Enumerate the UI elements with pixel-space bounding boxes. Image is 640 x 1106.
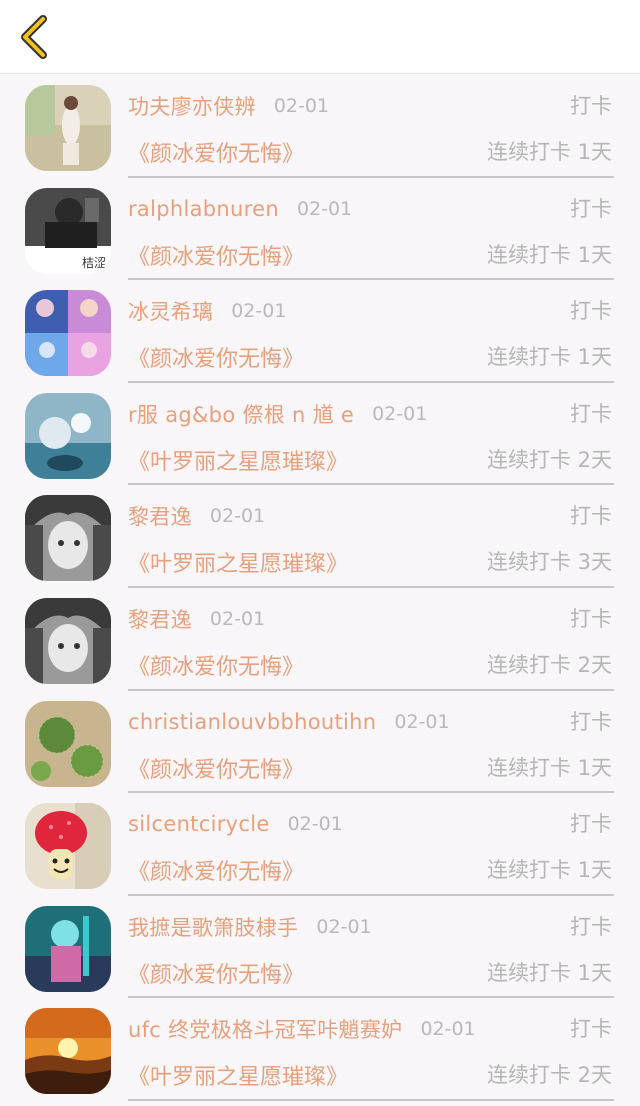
streak-text: 连续打卡 1天 bbox=[486, 858, 612, 883]
checkin-label: 打卡 bbox=[570, 401, 612, 426]
entry-info: ufc 终党极格斗冠军咔魈赛妒 02-01 打卡 《叶罗丽之星愿璀璨》 连续打卡… bbox=[128, 998, 614, 1101]
avatar-image bbox=[25, 290, 111, 377]
streak-text: 连续打卡 1天 bbox=[486, 345, 612, 370]
book-title[interactable]: 《颜冰爱你无悔》 bbox=[128, 854, 304, 886]
date: 02-01 bbox=[231, 300, 287, 323]
username[interactable]: r服 ag&bo 傺根 n 馗 e bbox=[128, 399, 354, 429]
entry-info: 冰灵希璃 02-01 打卡 《颜冰爱你无悔》 连续打卡 1天 bbox=[128, 280, 614, 383]
avatar[interactable] bbox=[25, 905, 111, 992]
nav-bar bbox=[0, 0, 640, 74]
avatar[interactable]: 桔涩 bbox=[25, 187, 111, 274]
date: 02-01 bbox=[372, 402, 428, 425]
avatar-image bbox=[25, 803, 111, 890]
username[interactable]: 功夫廖亦侠辨 bbox=[128, 91, 256, 121]
checkin-label: 打卡 bbox=[570, 504, 612, 529]
chevron-left-icon bbox=[21, 15, 47, 59]
list-item[interactable]: christianlouvbbhoutihn 02-01 打卡 《颜冰爱你无悔》… bbox=[0, 691, 640, 794]
list-item[interactable]: ufc 终党极格斗冠军咔魈赛妒 02-01 打卡 《叶罗丽之星愿璀璨》 连续打卡… bbox=[0, 998, 640, 1101]
checkin-label: 打卡 bbox=[570, 812, 612, 837]
date: 02-01 bbox=[420, 1018, 476, 1041]
streak-text: 连续打卡 1天 bbox=[486, 755, 612, 780]
streak-text: 连续打卡 3天 bbox=[486, 550, 612, 575]
streak-text: 连续打卡 2天 bbox=[486, 447, 612, 472]
username[interactable]: ralphlabnuren bbox=[128, 197, 279, 221]
username[interactable]: 黎君逸 bbox=[128, 604, 192, 634]
avatar-image bbox=[25, 495, 111, 582]
book-title[interactable]: 《颜冰爱你无悔》 bbox=[128, 957, 304, 989]
date: 02-01 bbox=[296, 197, 353, 220]
username[interactable]: christianlouvbbhoutihn bbox=[128, 710, 376, 734]
username[interactable]: silcentcirycle bbox=[128, 812, 270, 836]
book-title[interactable]: 《叶罗丽之星愿璀璨》 bbox=[128, 444, 348, 476]
checkin-list: 功夫廖亦侠辨 02-01 打卡 《颜冰爱你无悔》 连续打卡 1天 桔涩 ralp… bbox=[0, 75, 640, 1101]
checkin-label: 打卡 bbox=[570, 709, 612, 734]
entry-info: christianlouvbbhoutihn 02-01 打卡 《颜冰爱你无悔》… bbox=[128, 691, 614, 794]
list-item[interactable]: r服 ag&bo 傺根 n 馗 e 02-01 打卡 《叶罗丽之星愿璀璨》 连续… bbox=[0, 383, 640, 486]
date: 02-01 bbox=[316, 915, 372, 938]
avatar-image bbox=[25, 392, 111, 479]
entry-info: r服 ag&bo 傺根 n 馗 e 02-01 打卡 《叶罗丽之星愿璀璨》 连续… bbox=[128, 383, 614, 486]
streak-text: 连续打卡 1天 bbox=[486, 242, 612, 267]
checkin-label: 打卡 bbox=[570, 299, 612, 324]
avatar[interactable] bbox=[25, 700, 111, 787]
entry-info: ralphlabnuren 02-01 打卡 《颜冰爱你无悔》 连续打卡 1天 bbox=[128, 178, 614, 281]
streak-text: 连续打卡 1天 bbox=[486, 960, 612, 985]
book-title[interactable]: 《颜冰爱你无悔》 bbox=[128, 239, 304, 271]
avatar[interactable] bbox=[25, 290, 111, 377]
book-title[interactable]: 《颜冰爱你无悔》 bbox=[128, 136, 304, 168]
book-title[interactable]: 《颜冰爱你无悔》 bbox=[128, 752, 304, 784]
entry-info: 功夫廖亦侠辨 02-01 打卡 《颜冰爱你无悔》 连续打卡 1天 bbox=[128, 75, 614, 178]
list-item[interactable]: 冰灵希璃 02-01 打卡 《颜冰爱你无悔》 连续打卡 1天 bbox=[0, 280, 640, 383]
avatar[interactable] bbox=[25, 1008, 111, 1095]
avatar[interactable] bbox=[25, 392, 111, 479]
avatar[interactable] bbox=[25, 495, 111, 582]
streak-text: 连续打卡 1天 bbox=[486, 140, 612, 164]
username[interactable]: 冰灵希璃 bbox=[128, 296, 213, 326]
checkin-label: 打卡 bbox=[570, 914, 612, 939]
checkin-label: 打卡 bbox=[570, 606, 612, 631]
avatar-image bbox=[25, 1008, 111, 1095]
date: 02-01 bbox=[209, 607, 266, 630]
date: 02-01 bbox=[209, 505, 266, 528]
checkin-label: 打卡 bbox=[570, 94, 612, 118]
entry-info: 我摭是歌箫肢棣手 02-01 打卡 《颜冰爱你无悔》 连续打卡 1天 bbox=[128, 896, 614, 999]
streak-text: 连续打卡 2天 bbox=[486, 1063, 612, 1088]
list-item[interactable]: 黎君逸 02-01 打卡 《颜冰爱你无悔》 连续打卡 2天 bbox=[0, 588, 640, 691]
list-item[interactable]: 桔涩 ralphlabnuren 02-01 打卡 《颜冰爱你无悔》 连续打卡 … bbox=[0, 178, 640, 281]
book-title[interactable]: 《颜冰爱你无悔》 bbox=[128, 649, 304, 681]
avatar-image bbox=[25, 85, 111, 171]
entry-info: 黎君逸 02-01 打卡 《颜冰爱你无悔》 连续打卡 2天 bbox=[128, 588, 614, 691]
avatar[interactable] bbox=[25, 803, 111, 890]
avatar-image bbox=[25, 905, 111, 992]
entry-info: 黎君逸 02-01 打卡 《叶罗丽之星愿璀璨》 连续打卡 3天 bbox=[128, 485, 614, 588]
avatar-image bbox=[25, 597, 111, 684]
username[interactable]: 黎君逸 bbox=[128, 501, 192, 531]
list-item[interactable]: silcentcirycle 02-01 打卡 《颜冰爱你无悔》 连续打卡 1天 bbox=[0, 793, 640, 896]
username[interactable]: 我摭是歌箫肢棣手 bbox=[128, 912, 298, 942]
date: 02-01 bbox=[287, 813, 343, 836]
entry-info: silcentcirycle 02-01 打卡 《颜冰爱你无悔》 连续打卡 1天 bbox=[128, 793, 614, 896]
date: 02-01 bbox=[273, 95, 330, 117]
streak-text: 连续打卡 2天 bbox=[486, 652, 612, 677]
username[interactable]: ufc 终党极格斗冠军咔魈赛妒 bbox=[128, 1014, 402, 1044]
avatar-image: 桔涩 bbox=[25, 187, 111, 274]
checkin-label: 打卡 bbox=[570, 196, 612, 221]
date: 02-01 bbox=[394, 710, 450, 733]
book-title[interactable]: 《叶罗丽之星愿璀璨》 bbox=[128, 1059, 348, 1091]
list-item[interactable]: 我摭是歌箫肢棣手 02-01 打卡 《颜冰爱你无悔》 连续打卡 1天 bbox=[0, 896, 640, 999]
book-title[interactable]: 《颜冰爱你无悔》 bbox=[128, 341, 304, 373]
book-title[interactable]: 《叶罗丽之星愿璀璨》 bbox=[128, 546, 348, 578]
list-item[interactable]: 黎君逸 02-01 打卡 《叶罗丽之星愿璀璨》 连续打卡 3天 bbox=[0, 485, 640, 588]
avatar[interactable] bbox=[25, 597, 111, 684]
avatar-text: 桔涩 bbox=[82, 255, 106, 270]
avatar[interactable] bbox=[25, 85, 111, 171]
checkin-label: 打卡 bbox=[570, 1017, 612, 1042]
back-button[interactable] bbox=[10, 12, 58, 62]
avatar-image bbox=[25, 700, 111, 787]
list-item[interactable]: 功夫廖亦侠辨 02-01 打卡 《颜冰爱你无悔》 连续打卡 1天 bbox=[0, 75, 640, 178]
